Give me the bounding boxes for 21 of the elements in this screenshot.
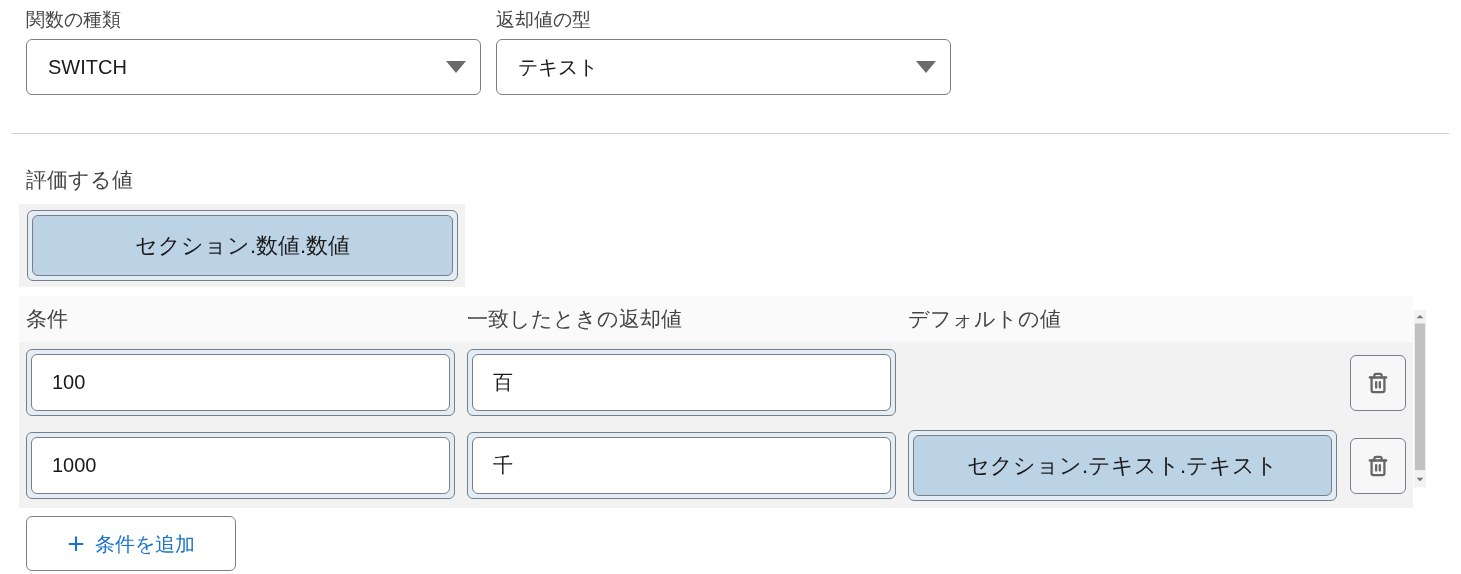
text-field[interactable]: 千 (467, 432, 896, 499)
column-header: デフォルトの値 (908, 305, 1062, 332)
dropdown[interactable]: SWITCH (26, 39, 481, 95)
value-chip[interactable]: セクション.数値.数値 (27, 210, 458, 281)
add-condition-button[interactable]: + 条件を追加 (26, 516, 236, 571)
delete-button[interactable] (1350, 437, 1406, 494)
trash-icon (1367, 371, 1389, 394)
caret-icon (916, 61, 936, 73)
field-label: 関数の種類 (26, 8, 122, 32)
column-header: 一致したときの返却値 (467, 305, 683, 332)
field-label: 評価する値 (26, 168, 133, 191)
text-field[interactable]: 100 (26, 349, 455, 416)
dropdown[interactable]: テキスト (496, 39, 951, 95)
delete-button[interactable] (1350, 354, 1406, 411)
text-field[interactable]: 1000 (26, 432, 455, 499)
trash-icon (1367, 454, 1389, 477)
caret-icon (446, 61, 466, 73)
value-chip[interactable]: セクション.テキスト.テキスト (908, 430, 1337, 501)
field-label: 返却値の型 (496, 8, 592, 32)
column-header: 条件 (26, 305, 69, 332)
text-field[interactable]: 百 (467, 349, 896, 416)
